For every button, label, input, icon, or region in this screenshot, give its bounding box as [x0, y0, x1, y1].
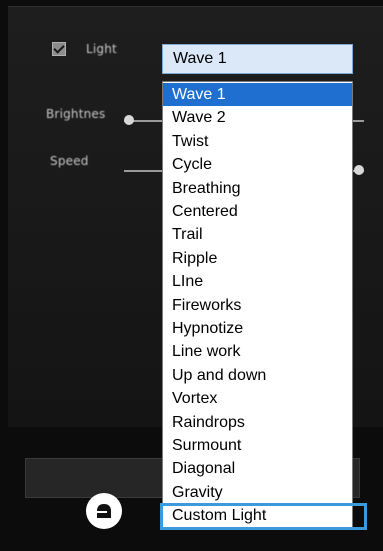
dropdown-option-trail[interactable]: Trail: [163, 223, 352, 246]
dropdown-option-gravity[interactable]: Gravity: [163, 481, 352, 504]
dropdown-option-cycle[interactable]: Cycle: [163, 153, 352, 176]
light-checkbox[interactable]: [52, 42, 66, 56]
dropdown-option-up-and-down[interactable]: Up and down: [163, 364, 352, 387]
dropdown-option-wave-2[interactable]: Wave 2: [163, 106, 352, 129]
brightness-label: Brightnes: [46, 107, 106, 121]
dropdown-option-raindrops[interactable]: Raindrops: [163, 411, 352, 434]
dropdown-option-hypnotize[interactable]: Hypnotize: [163, 317, 352, 340]
dropdown-option-surmount[interactable]: Surmount: [163, 434, 352, 457]
effect-select[interactable]: Wave 1: [162, 44, 353, 74]
dropdown-option-centered[interactable]: Centered: [163, 200, 352, 223]
brand-logo-glyph: [97, 504, 111, 518]
dropdown-option-breathing[interactable]: Breathing: [163, 177, 352, 200]
dropdown-option-ripple[interactable]: Ripple: [163, 247, 352, 270]
effect-dropdown-list: Wave 1 Wave 2 Twist Cycle Breathing Centered T…: [162, 81, 353, 528]
dropdown-option-twist[interactable]: Twist: [163, 130, 352, 153]
brightness-slider-knob[interactable]: [123, 115, 134, 125]
dropdown-option-fireworks[interactable]: Fireworks: [163, 294, 352, 317]
light-label: Light: [86, 42, 117, 56]
dropdown-option-line[interactable]: LIne: [163, 270, 352, 293]
dropdown-option-line-work[interactable]: Line work: [163, 340, 352, 363]
dropdown-option-diagonal[interactable]: Diagonal: [163, 457, 352, 480]
annotation-highlight-box: [160, 503, 367, 530]
dropdown-option-wave-1[interactable]: Wave 1: [163, 83, 352, 106]
speed-label: Speed: [50, 154, 89, 168]
dropdown-option-vortex[interactable]: Vortex: [163, 387, 352, 410]
